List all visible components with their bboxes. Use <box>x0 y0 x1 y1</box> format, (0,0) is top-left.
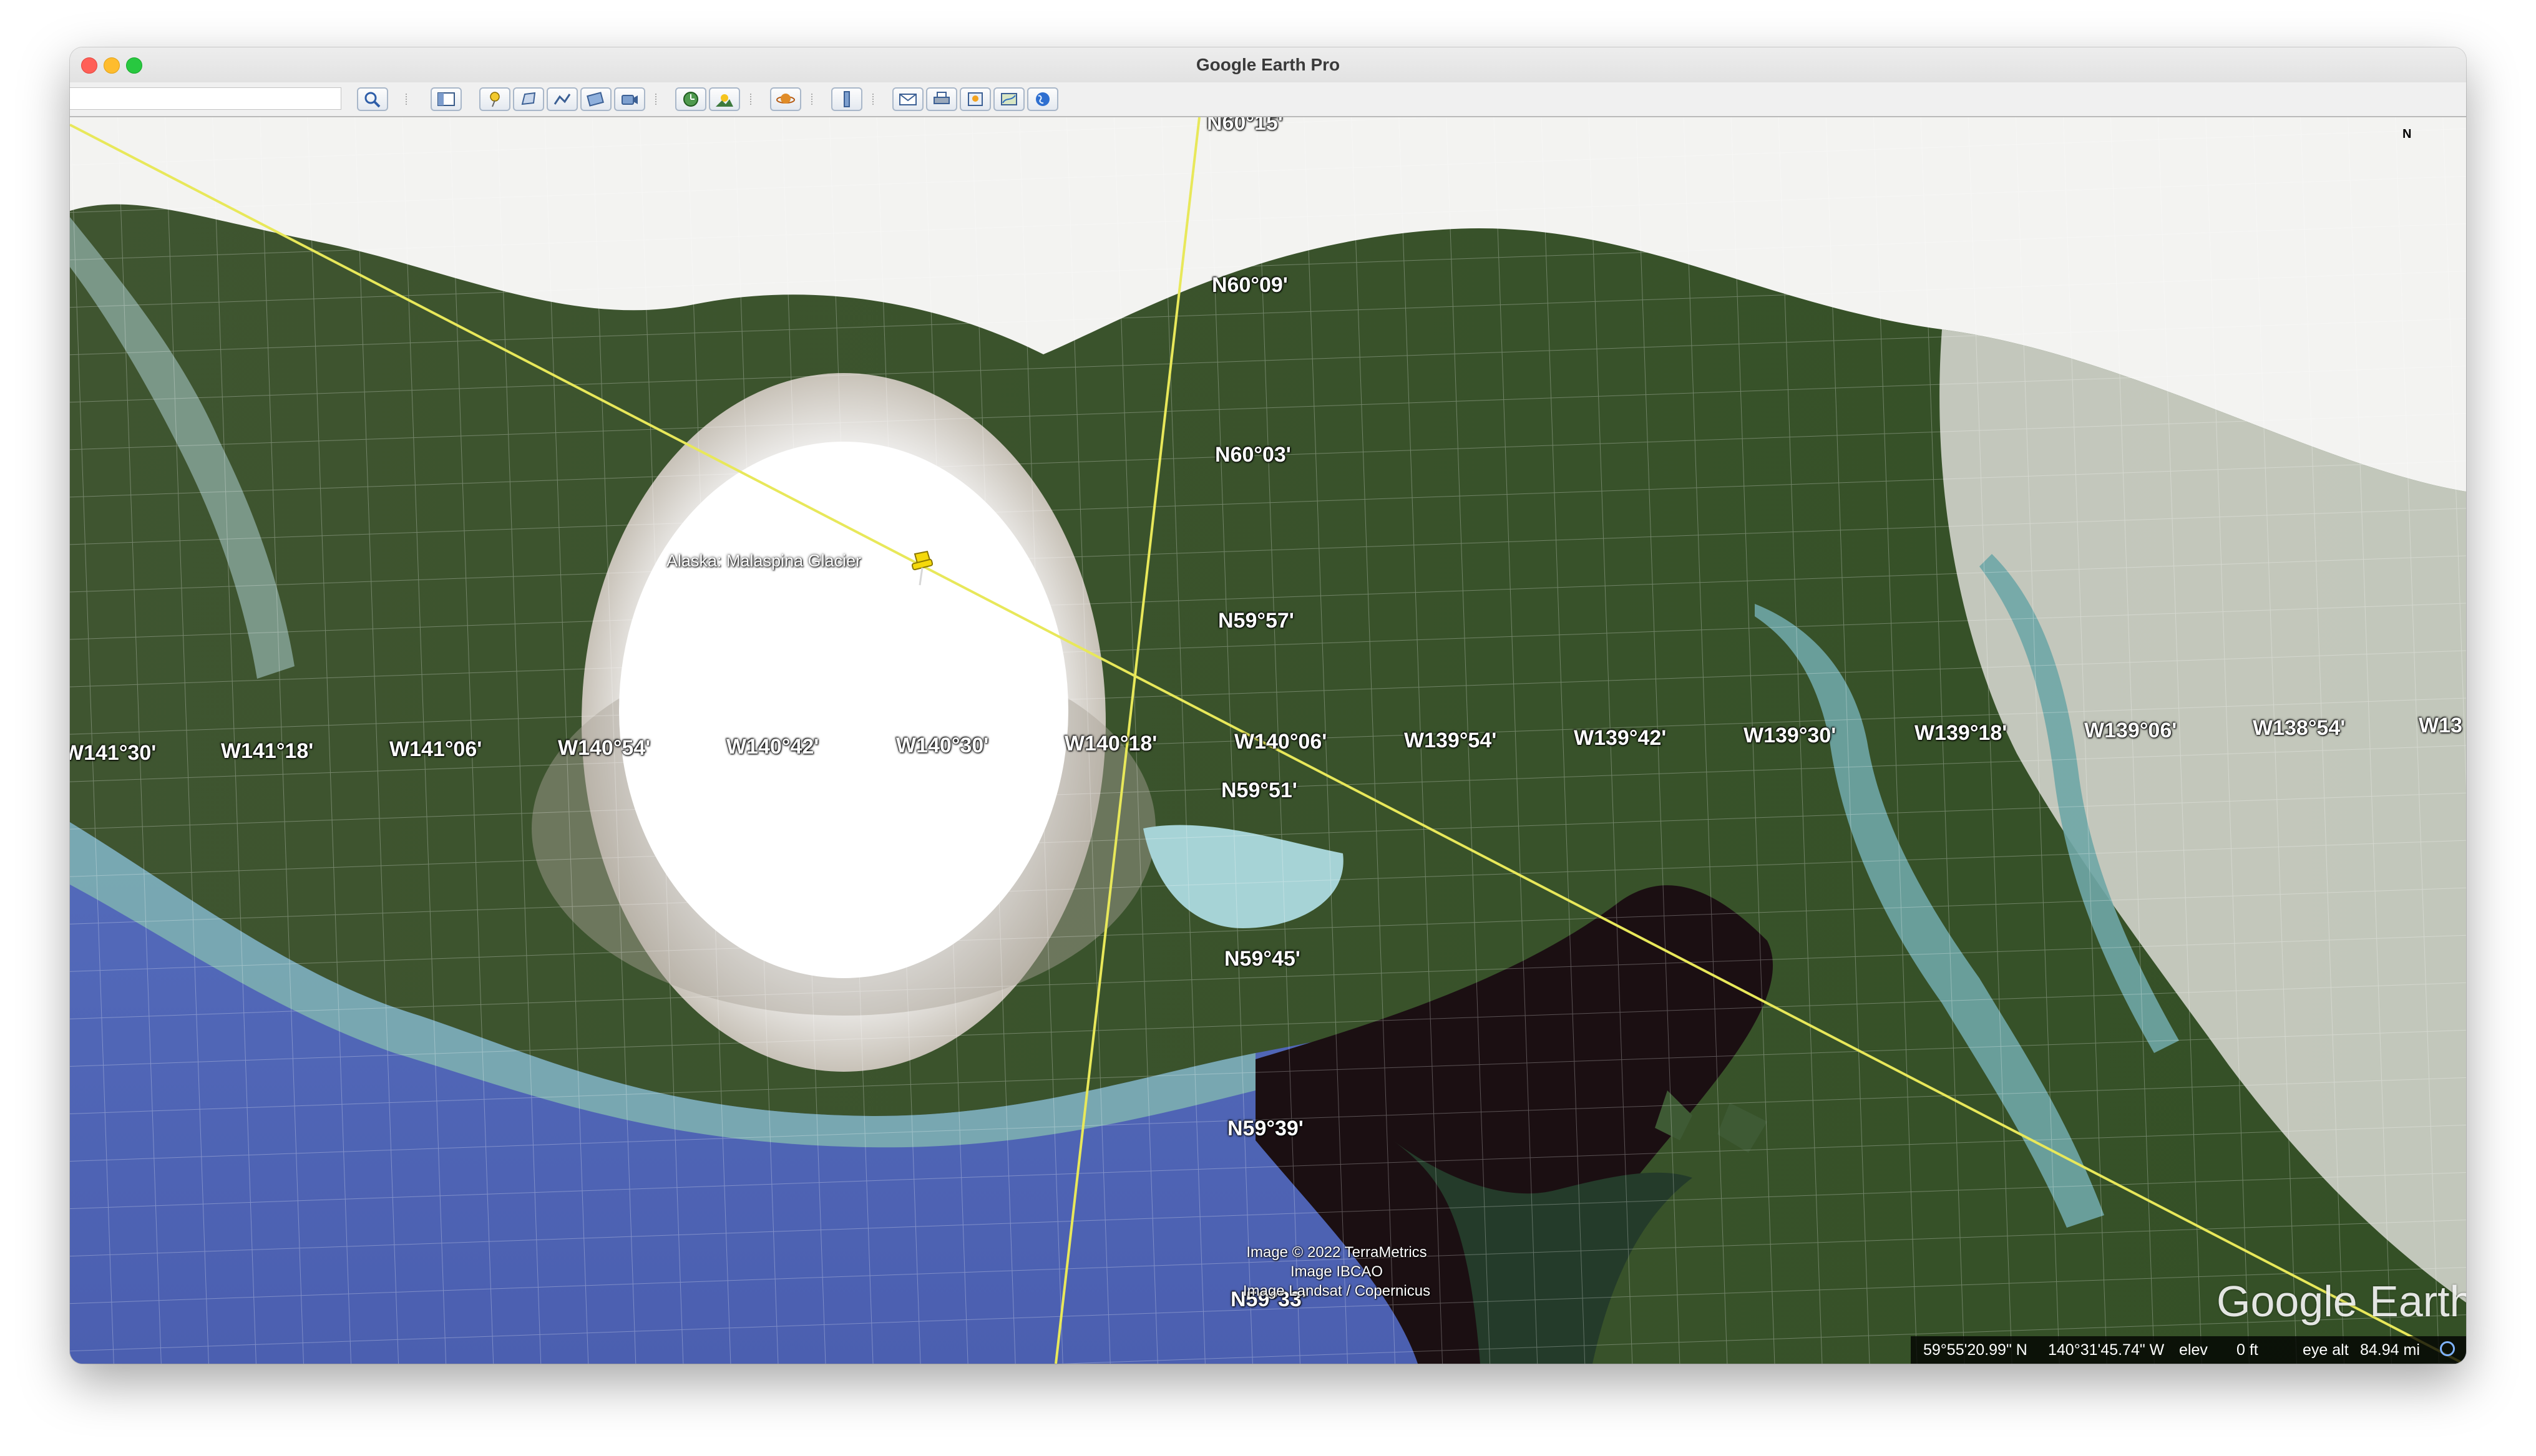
print-button[interactable] <box>926 87 957 111</box>
toolbar-separator <box>750 94 754 105</box>
email-icon <box>899 94 917 105</box>
image-overlay-icon <box>587 92 604 107</box>
latitude-label: N60°09' <box>1212 273 1288 297</box>
latitude-label: N60°15' <box>1207 117 1283 135</box>
print-icon <box>934 92 950 104</box>
placemark-label[interactable]: Alaska: Malaspina Glacier <box>666 551 861 571</box>
longitude-label: W139°42' <box>1574 726 1667 750</box>
status-elev-value: 0 ft <box>2236 1341 2258 1359</box>
toolbar-separator <box>872 94 876 105</box>
toolbar <box>70 82 2466 117</box>
longitude-label: W139°18' <box>1914 721 2007 745</box>
credit-line: Image IBCAO <box>1290 1263 1383 1280</box>
path-icon <box>554 94 571 105</box>
sidebar-toggle-button[interactable] <box>431 87 462 111</box>
longitude-label: W139°54' <box>1404 729 1497 752</box>
historical-imagery-icon <box>683 92 698 107</box>
longitude-label: W139°06' <box>2084 719 2177 742</box>
streaming-status-icon <box>2440 1341 2455 1356</box>
app-window: Google Earth Pro N N60°15' N60°09' N60°0… <box>70 47 2466 1364</box>
save-image-button[interactable] <box>960 87 991 111</box>
latitude-label: N60°03' <box>1215 443 1291 467</box>
latitude-label: N59°39' <box>1227 1117 1304 1140</box>
ruler-icon <box>844 91 850 107</box>
pushpin-icon[interactable] <box>906 549 941 589</box>
planets-button[interactable] <box>770 87 801 111</box>
longitude-label: W140°06' <box>1234 730 1327 754</box>
imagery-credits: Image © 2022 TerraMetrics Image IBCAO Im… <box>1149 1243 1524 1301</box>
latitude-label: N59°51' <box>1221 779 1297 802</box>
latitude-label: N59°57' <box>1218 609 1294 633</box>
status-bar: 59°55'20.99" N 140°31'45.74" W elev 0 ft… <box>1911 1336 2466 1364</box>
add-placemark-button[interactable] <box>479 87 510 111</box>
save-image-icon <box>968 92 983 106</box>
title-bar: Google Earth Pro <box>70 47 2466 82</box>
sunlight-button[interactable] <box>709 87 740 111</box>
status-latitude: 59°55'20.99" N <box>1923 1341 2027 1359</box>
longitude-label: W138°54' <box>2253 716 2346 740</box>
status-eye-alt-value: 84.94 mi <box>2360 1341 2420 1359</box>
longitude-label: W140°54' <box>558 736 651 760</box>
tour-icon <box>622 95 638 105</box>
longitude-label: W140°30' <box>896 734 989 757</box>
placemark-icon <box>490 92 500 107</box>
email-button[interactable] <box>892 87 924 111</box>
add-polygon-button[interactable] <box>513 87 544 111</box>
latitude-label: N59°45' <box>1224 947 1300 971</box>
window-title: Google Earth Pro <box>1196 55 1340 74</box>
add-path-button[interactable] <box>547 87 578 111</box>
record-tour-button[interactable] <box>614 87 645 111</box>
longitude-label: W141°30' <box>70 741 157 765</box>
planets-icon <box>776 94 795 104</box>
longitude-label: W141°06' <box>389 737 482 761</box>
maps-icon <box>1001 93 1017 105</box>
view-in-maps-button[interactable] <box>993 87 1025 111</box>
sunlight-icon <box>716 94 733 107</box>
credit-line: Image © 2022 TerraMetrics <box>1246 1244 1427 1261</box>
search-button[interactable] <box>357 87 388 111</box>
toolbar-separator <box>655 94 659 105</box>
polygon-icon <box>521 92 536 105</box>
status-longitude: 140°31'45.74" W <box>2048 1341 2165 1359</box>
longitude-label: W141°18' <box>221 739 314 763</box>
search-input[interactable] <box>70 87 341 110</box>
status-elev-label: elev <box>2179 1341 2208 1359</box>
sidebar-icon <box>437 92 455 106</box>
north-indicator[interactable]: N <box>2402 127 2411 142</box>
longitude-label: W140°18' <box>1065 732 1158 755</box>
historical-imagery-button[interactable] <box>675 87 706 111</box>
ruler-button[interactable] <box>831 87 862 111</box>
toolbar-separator <box>811 94 815 105</box>
google-earth-logo: Google Earth <box>2217 1277 2466 1326</box>
longitude-label: W13 <box>2419 714 2462 737</box>
search-icon <box>364 92 381 108</box>
credit-line: Image Landsat / Copernicus <box>1242 1283 1431 1299</box>
add-image-overlay-button[interactable] <box>580 87 612 111</box>
toolbar-separator <box>406 94 409 105</box>
longitude-label: W140°42' <box>726 735 819 759</box>
longitude-label: W139°30' <box>1744 724 1836 747</box>
earth-view-icon <box>1036 92 1050 106</box>
status-eye-alt-label: eye alt <box>2303 1341 2349 1359</box>
map-view[interactable]: N N60°15' N60°09' N60°03' N59°57' N59°51… <box>70 117 2466 1364</box>
earth-view-button[interactable] <box>1027 87 1058 111</box>
